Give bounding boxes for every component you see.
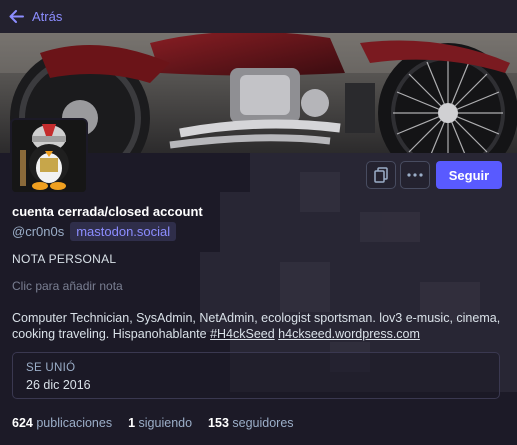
hashtag-link[interactable]: #H4ckSeed (210, 327, 275, 341)
joined-date: 26 dic 2016 (26, 378, 91, 392)
posts-count: 624 (12, 416, 33, 430)
arrow-left-icon (9, 10, 24, 23)
top-navigation: Atrás (0, 0, 517, 33)
following-label: siguiendo (138, 416, 193, 430)
account-handle: @cr0n0s mastodon.social (12, 222, 177, 241)
copy-link-button[interactable] (366, 161, 396, 189)
following-count: 1 (128, 416, 136, 430)
followers-label: seguidores (232, 416, 294, 430)
account-stats: 624 publicaciones 1 siguiendo 153 seguid… (12, 416, 310, 430)
more-options-button[interactable] (400, 161, 430, 189)
copy-icon (374, 167, 388, 183)
followers-count-link[interactable]: 153 seguidores (208, 416, 294, 430)
domain-badge[interactable]: mastodon.social (70, 222, 177, 241)
ellipsis-icon (407, 173, 423, 177)
profile-bio: Computer Technician, SysAdmin, NetAdmin,… (12, 310, 502, 342)
followers-count: 153 (208, 416, 229, 430)
follow-button[interactable]: Seguir (436, 161, 502, 189)
avatar[interactable] (10, 118, 88, 194)
display-name: cuenta cerrada/closed account (12, 204, 203, 219)
website-link[interactable]: h4ckseed.wordpress.com (278, 327, 420, 341)
personal-note-input[interactable]: Clic para añadir nota (12, 279, 123, 293)
following-count-link[interactable]: 1 siguiendo (128, 416, 192, 430)
personal-note-title: NOTA PERSONAL (12, 252, 117, 266)
background-pattern (0, 152, 517, 445)
joined-label: SE UNIÓ (26, 362, 76, 374)
username: @cr0n0s (12, 224, 65, 239)
posts-count-link[interactable]: 624 publicaciones (12, 416, 112, 430)
posts-label: publicaciones (36, 416, 113, 430)
back-button[interactable]: Atrás (9, 9, 62, 24)
joined-field: SE UNIÓ 26 dic 2016 (12, 352, 500, 399)
back-label: Atrás (32, 9, 63, 24)
